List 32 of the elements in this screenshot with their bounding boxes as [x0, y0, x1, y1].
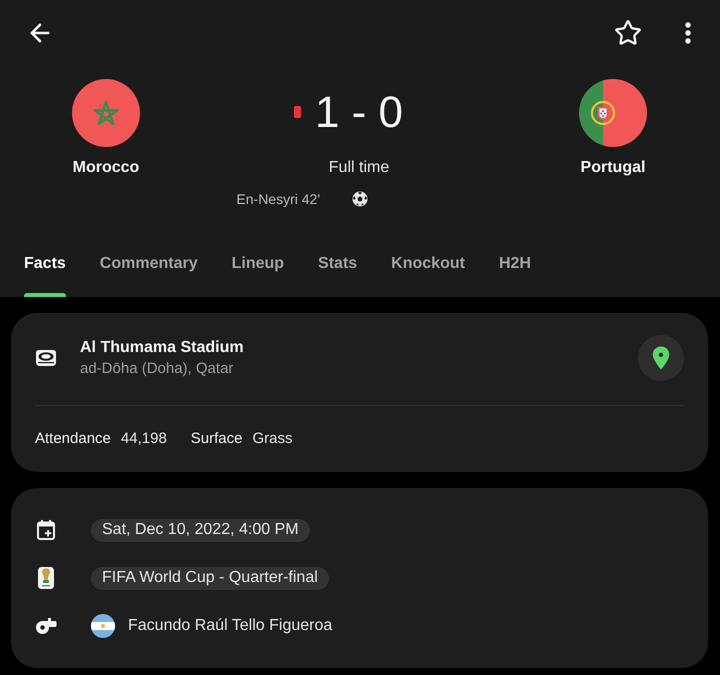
star-icon [614, 19, 642, 47]
more-options-icon [685, 22, 691, 44]
team-name: Portugal [580, 158, 646, 178]
team-name: Morocco [72, 158, 140, 178]
stadium-name: Al Thumama Stadium [80, 338, 244, 358]
tab[interactable]: Commentary [100, 253, 198, 297]
trophy-icon [38, 567, 54, 589]
detail-label: Surface [190, 429, 242, 449]
detail-value: Grass [252, 429, 293, 449]
soccer-ball-icon [352, 191, 368, 207]
tab[interactable]: Lineup [232, 253, 284, 297]
tab[interactable]: H2H [498, 253, 531, 297]
detail-label: Attendance [35, 429, 111, 449]
date-chip: Sat, Dec 10, 2022, 4:00 PM [91, 518, 310, 542]
competition-chip: FIFA World Cup - Quarter-final [91, 566, 329, 590]
flag-icon [579, 79, 647, 147]
score: 1 - 0 [314, 88, 404, 137]
tab[interactable]: Facts [24, 253, 66, 297]
flag-icon [91, 614, 115, 638]
calendar-plus-icon [37, 520, 55, 540]
referee-name: Facundo Raúl Tello Figueroa [128, 616, 332, 636]
tab[interactable]: Stats [318, 253, 358, 297]
whistle-icon [35, 617, 57, 635]
match-status: Full time [328, 158, 390, 178]
flag-icon [72, 79, 140, 147]
map-button[interactable] [638, 335, 684, 381]
location-pin-icon [652, 346, 670, 370]
stadium-location: ad-Dōha (Doha), Qatar [80, 359, 234, 379]
tab[interactable]: Knockout [391, 253, 465, 297]
goal-scorer: En-Nesyri 42' [236, 190, 320, 209]
detail-value: 44,198 [120, 429, 167, 449]
stadium-icon [35, 349, 57, 367]
